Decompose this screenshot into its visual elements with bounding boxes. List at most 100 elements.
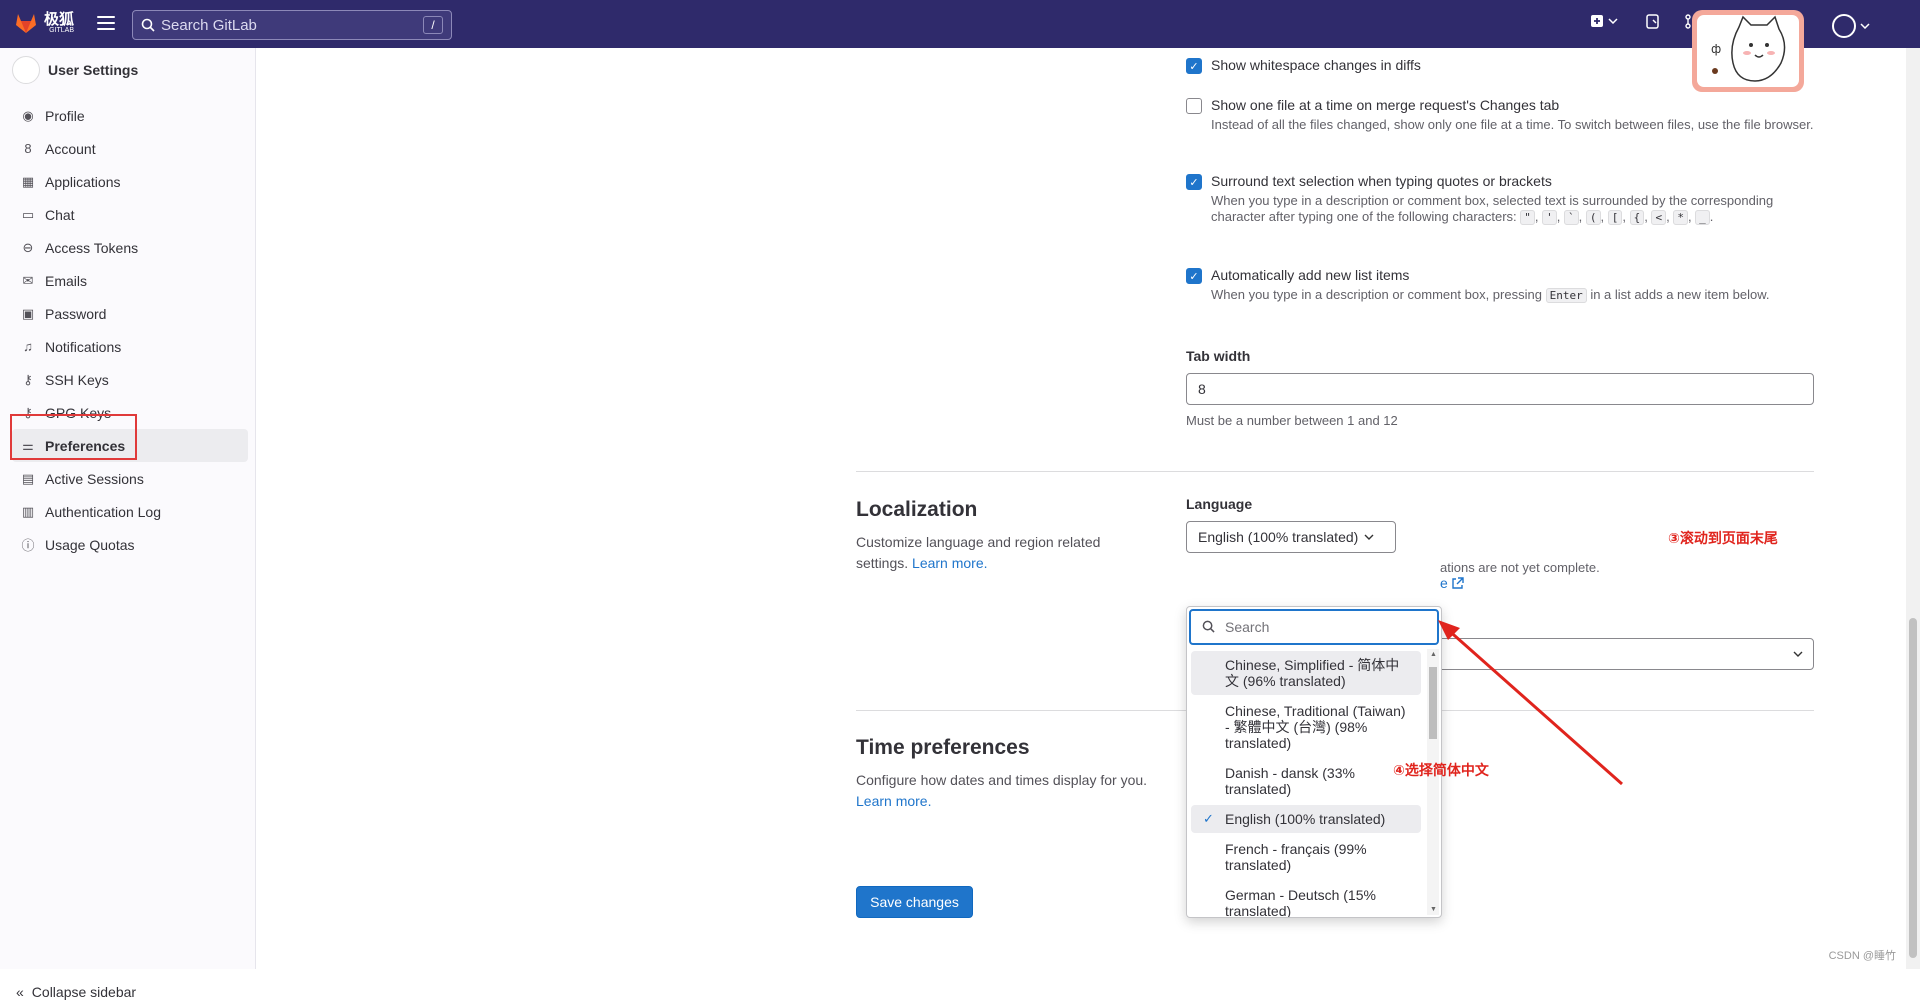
surround-checkbox[interactable]: ✓: [1186, 174, 1202, 190]
page-scrollbar[interactable]: [1906, 48, 1920, 969]
list-items-setting: ✓ Automatically add new list items When …: [1186, 266, 1814, 304]
surround-label: Surround text selection when typing quot…: [1211, 172, 1814, 190]
language-option[interactable]: German - Deutsch (15% translated): [1191, 881, 1421, 918]
one-file-help: Instead of all the files changed, show o…: [1211, 117, 1813, 133]
chat-icon: ▭: [20, 207, 36, 223]
logo-text: 极狐: [44, 11, 74, 28]
language-option[interactable]: Danish - dansk (33% translated): [1191, 759, 1421, 803]
translation-help-link[interactable]: e: [1440, 575, 1464, 591]
sidebar-item-label: Applications: [45, 174, 121, 190]
language-dropdown-button[interactable]: English (100% translated): [1186, 521, 1396, 553]
scroll-down-arrow-icon[interactable]: ▼: [1430, 906, 1437, 913]
plus-square-icon: [1590, 14, 1604, 28]
new-item-dropdown[interactable]: [1590, 14, 1618, 28]
mail-icon: ✉: [20, 273, 36, 289]
surround-char-key: [: [1608, 210, 1623, 225]
surround-chars: ", ', `, (, [, {, <, *, _.: [1520, 209, 1713, 224]
surround-char-key: *: [1673, 210, 1688, 225]
sidebar-item-label: Profile: [45, 108, 85, 124]
preferences-highlight-annotation: [10, 414, 137, 460]
sidebar-item-label: Usage Quotas: [45, 537, 135, 553]
time-preferences-title: Time preferences: [856, 736, 1030, 760]
surround-char-key: ": [1520, 210, 1535, 225]
localization-title: Localization: [856, 498, 977, 522]
sidebar-item-label: Notifications: [45, 339, 121, 355]
language-option[interactable]: Chinese, Simplified - 简体中文 (96% translat…: [1191, 651, 1421, 695]
list-items-help: When you type in a description or commen…: [1211, 287, 1770, 304]
sidebar-item-active-sessions[interactable]: ▤Active Sessions: [12, 462, 248, 495]
sidebar-item-usage-quotas[interactable]: ⓘUsage Quotas: [12, 528, 248, 561]
search-input[interactable]: Search GitLab /: [132, 10, 452, 40]
external-link-icon: [1451, 577, 1464, 590]
collapse-sidebar-label: Collapse sidebar: [32, 984, 136, 1000]
sidebar-nav: ◉ Profile 8Account▦Applications ▭ Chat ⊖Acces…: [12, 99, 248, 561]
save-changes-button[interactable]: Save changes: [856, 886, 973, 918]
sidebar-item-label: Emails: [45, 273, 87, 289]
page-scroll-thumb[interactable]: [1909, 618, 1917, 958]
section-divider: [856, 471, 1814, 472]
language-option[interactable]: French - français (99% translated): [1191, 835, 1421, 879]
select-annotation: ④选择简体中文: [1393, 760, 1489, 780]
lock-icon: ▣: [20, 306, 36, 322]
one-file-checkbox[interactable]: [1186, 98, 1202, 114]
language-search-input[interactable]: Search: [1189, 609, 1439, 645]
user-avatar-menu[interactable]: [1832, 14, 1870, 38]
surround-setting: ✓ Surround text selection when typing qu…: [1186, 172, 1814, 226]
surround-char-key: `: [1564, 210, 1579, 225]
language-option[interactable]: ✓English (100% translated): [1191, 805, 1421, 833]
fox-icon: [14, 12, 38, 34]
enter-key: Enter: [1546, 288, 1587, 303]
gitlab-logo[interactable]: 极狐 GITLAB: [14, 11, 74, 34]
issues-button[interactable]: [1645, 14, 1660, 29]
list-items-checkbox[interactable]: ✓: [1186, 268, 1202, 284]
sidebar-item-password[interactable]: ▣ Password: [12, 297, 248, 330]
sidebar-item-label: Password: [45, 306, 106, 322]
one-file-setting: Show one file at a time on merge request…: [1186, 96, 1814, 133]
main-content: ✓ Show whitespace changes in diffs Show …: [256, 48, 1920, 969]
whitespace-checkbox[interactable]: ✓: [1186, 58, 1202, 74]
whitespace-label: Show whitespace changes in diffs: [1211, 56, 1421, 74]
sidebar-item-authentication-log[interactable]: ▥Authentication Log: [12, 495, 248, 528]
collapse-sidebar-button[interactable]: « Collapse sidebar: [16, 984, 136, 1000]
sidebar-item-label: SSH Keys: [45, 372, 109, 388]
logo-subtext: GITLAB: [44, 27, 74, 34]
chevron-down-icon: [1860, 23, 1870, 29]
list-items-label: Automatically add new list items: [1211, 266, 1770, 284]
sidebar-item-label: Account: [45, 141, 96, 157]
sidebar-item-applications[interactable]: ▦Applications: [12, 165, 248, 198]
sidebar-item-access-tokens[interactable]: ⊖Access Tokens: [12, 231, 248, 264]
profile-icon: ◉: [20, 108, 36, 124]
language-option-label: Chinese, Simplified - 简体中文 (96% translat…: [1225, 657, 1399, 689]
language-option-label: French - français (99% translated): [1225, 841, 1367, 873]
sidebar-item-emails[interactable]: ✉ Emails: [12, 264, 248, 297]
tab-width-label: Tab width: [1186, 348, 1814, 364]
sidebar-item-label: Access Tokens: [45, 240, 138, 256]
tab-width-value: 8: [1198, 381, 1206, 397]
sidebar-item-profile[interactable]: ◉ Profile: [12, 99, 248, 132]
surround-char-key: (: [1586, 210, 1601, 225]
sidebar: User Settings ◉ Profile 8Account▦Applicati…: [0, 48, 256, 969]
top-navbar: 极狐 GITLAB Search GitLab /: [0, 0, 1920, 48]
time-preferences-learn-more-link[interactable]: Learn more.: [856, 793, 931, 809]
sidebar-header[interactable]: User Settings: [12, 56, 138, 84]
tab-width-input[interactable]: 8: [1186, 373, 1814, 405]
surround-char-key: {: [1630, 210, 1645, 225]
avatar: [1832, 14, 1856, 38]
issues-icon: [1645, 14, 1660, 29]
language-option-label: Danish - dansk (33% translated): [1225, 765, 1355, 797]
sidebar-item-notifications[interactable]: ♫Notifications: [12, 330, 248, 363]
sidebar-item-chat[interactable]: ▭ Chat: [12, 198, 248, 231]
sidebar-item-label: Authentication Log: [45, 504, 161, 520]
search-icon: [141, 18, 155, 32]
time-preferences-desc-text: Configure how dates and times display fo…: [856, 772, 1147, 788]
surround-char-key: ': [1542, 210, 1557, 225]
sidebar-item-account[interactable]: 8Account: [12, 132, 248, 165]
sidebar-item-ssh-keys[interactable]: ⚷SSH Keys: [12, 363, 248, 396]
localization-learn-more-link[interactable]: Learn more.: [912, 555, 987, 571]
sidebar-item-label: Chat: [45, 207, 75, 223]
search-shortcut-key: /: [423, 16, 443, 34]
menu-hamburger-icon[interactable]: [97, 16, 115, 32]
double-chevron-left-icon: «: [16, 984, 24, 1000]
language-option[interactable]: Chinese, Traditional (Taiwan) - 繁體中文 (台灣…: [1191, 697, 1421, 757]
scroll-annotation: ③滚动到页面末尾: [1668, 528, 1778, 548]
